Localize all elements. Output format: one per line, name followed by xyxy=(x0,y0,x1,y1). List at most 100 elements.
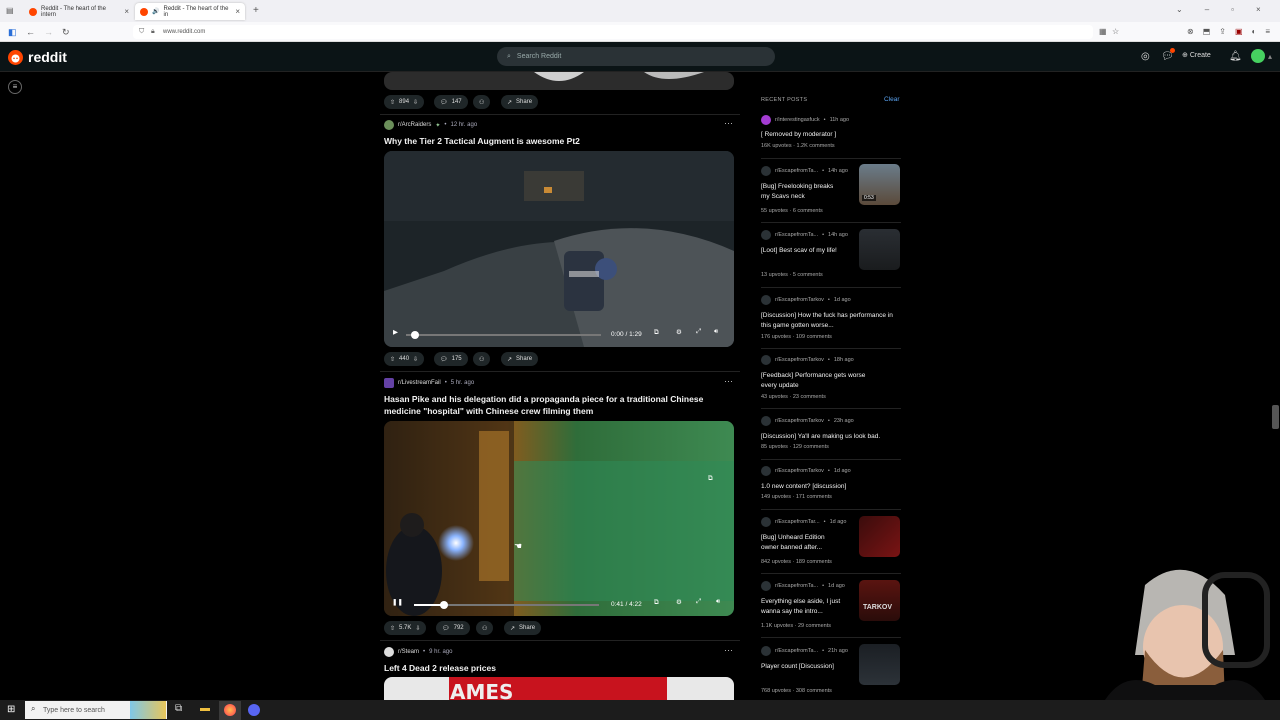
clear-recent-button[interactable]: Clear xyxy=(884,96,900,103)
recent-post-item[interactable]: r/EscapefromTarkov • 1d ago [Discussion] H… xyxy=(761,295,901,340)
vote-control[interactable]: ⇧ 894 ⇩ xyxy=(384,95,425,109)
share-button[interactable]: ↗ Share xyxy=(501,352,539,366)
post-thumbnail[interactable]: 0:53 xyxy=(859,164,900,205)
post-video[interactable]: ▶ 0:00 / 1:29 ⧉ ⚙ ⤢ 🔊︎ xyxy=(384,151,734,347)
page-scrollbar-thumb[interactable] xyxy=(1272,405,1279,429)
new-tab-button[interactable]: + xyxy=(253,5,259,16)
close-tab-icon[interactable]: × xyxy=(235,7,240,16)
firefox-taskbar-button[interactable] xyxy=(219,701,241,720)
reload-icon[interactable]: ↻ xyxy=(62,27,70,38)
share-button[interactable]: ↗ Share xyxy=(504,621,542,635)
app-menu-icon[interactable]: ≡ xyxy=(1265,27,1270,36)
recent-post-item[interactable]: r/EscapefromTarkov • 18h ago [Feedback] Pe… xyxy=(761,355,901,400)
post-media-partial[interactable] xyxy=(384,72,734,90)
comments-button[interactable]: 💬︎ 175 xyxy=(434,352,468,366)
task-view-icon[interactable]: ⧉ xyxy=(175,703,182,714)
discord-icon[interactable] xyxy=(248,704,260,716)
list-all-tabs-icon[interactable]: ⌄ xyxy=(1176,5,1183,14)
maximize-icon[interactable]: ▫ xyxy=(1231,5,1234,14)
award-button[interactable]: ⚇ xyxy=(473,95,491,109)
ublock-icon[interactable]: ▣ xyxy=(1235,27,1243,36)
downvote-icon[interactable]: ⇩ xyxy=(415,625,420,632)
award-button[interactable]: ⚇ xyxy=(476,621,494,635)
subreddit-name[interactable]: r/Steam xyxy=(398,649,419,655)
post-image[interactable]: AMES xyxy=(384,677,734,700)
post-thumbnail[interactable] xyxy=(859,229,900,270)
post-title[interactable]: Hasan Pike and his delegation did a prop… xyxy=(384,393,724,417)
captions-icon[interactable]: ⧉ xyxy=(654,329,659,337)
progress-knob[interactable] xyxy=(440,601,448,609)
url-bar[interactable]: www.reddit.com xyxy=(133,25,1093,39)
play-icon[interactable]: ▶ xyxy=(393,328,398,336)
browser-tab-2[interactable]: 🔊 Reddit - The heart of the in × xyxy=(135,3,245,20)
volume-icon[interactable]: 🔊︎ xyxy=(716,598,720,606)
comment-count: 6 comments xyxy=(792,208,823,214)
hamburger-menu-icon[interactable]: ≡ xyxy=(8,80,22,94)
post-thumbnail[interactable] xyxy=(859,516,900,557)
fullscreen-icon[interactable]: ⤢ xyxy=(696,598,701,606)
volume-icon[interactable]: 🔊︎ xyxy=(714,328,718,336)
recent-post-item[interactable]: r/EscapefromTarkov • 23h ago [Discussion] … xyxy=(761,416,901,450)
post-thumbnail[interactable] xyxy=(859,644,900,685)
advertise-icon[interactable]: ◎ xyxy=(1141,51,1150,62)
file-explorer-icon[interactable]: ▬ xyxy=(200,703,210,714)
close-window-icon[interactable]: × xyxy=(1256,5,1261,14)
audio-icon[interactable]: ◐ xyxy=(1252,27,1257,36)
post-thumbnail[interactable]: TARKOV xyxy=(859,580,900,621)
captions-icon[interactable]: ⧉ xyxy=(654,599,659,607)
close-tab-icon[interactable]: × xyxy=(124,7,129,16)
downvote-icon[interactable]: ⇩ xyxy=(413,99,418,106)
downvote-icon[interactable]: ⇩ xyxy=(413,356,418,363)
pause-icon[interactable]: ❚❚ xyxy=(392,598,403,606)
upvote-icon[interactable]: ⇧ xyxy=(390,625,395,632)
subreddit-name[interactable]: r/ArcRaiders xyxy=(398,122,431,128)
window-controls[interactable]: ⌄ – ▫ × xyxy=(1176,5,1261,14)
post-video[interactable]: ❚❚ 0:41 / 4:22 ⧉ ⚙ ⤢ 🔊︎ ⧉ xyxy=(384,421,734,616)
subreddit-name: r/EscapefromTa... xyxy=(775,648,819,654)
subreddit-name[interactable]: r/LivestreamFail xyxy=(398,380,441,386)
reader-view-icon[interactable]: ▦ xyxy=(1099,27,1107,36)
post-title[interactable]: Left 4 Dead 2 release prices xyxy=(384,662,724,674)
lock-icon[interactable]: 🔒︎ xyxy=(151,28,155,36)
reddit-logo[interactable]: reddit xyxy=(8,49,67,65)
create-button[interactable]: ⊕ Create xyxy=(1182,51,1211,59)
more-options-icon[interactable]: ··· xyxy=(724,645,733,655)
share-icon[interactable]: ⇪ xyxy=(1219,27,1226,36)
more-options-icon[interactable]: ··· xyxy=(724,376,733,386)
forward-icon[interactable]: → xyxy=(44,27,53,37)
bookmark-star-icon[interactable]: ☆ xyxy=(1112,27,1119,36)
pocket-icon[interactable]: ⬒ xyxy=(1203,27,1211,36)
post-time: 12 hr. ago xyxy=(450,122,478,128)
upvote-icon[interactable]: ⇧ xyxy=(390,99,395,106)
browser-tab-1[interactable]: Reddit - The heart of the intern × xyxy=(24,3,134,20)
pip-icon[interactable]: ⧉ xyxy=(708,475,713,483)
post-title[interactable]: Why the Tier 2 Tactical Augment is aweso… xyxy=(384,135,734,147)
settings-gear-icon[interactable]: ⚙ xyxy=(676,328,682,336)
progress-knob[interactable] xyxy=(411,331,419,339)
award-button[interactable]: ⚇ xyxy=(473,352,491,366)
more-options-icon[interactable]: ··· xyxy=(724,118,733,128)
notifications-bell-icon[interactable]: 🔔︎ xyxy=(1229,51,1242,62)
video-progress-bar[interactable] xyxy=(406,334,601,336)
speaker-icon[interactable]: 🔊 xyxy=(152,8,159,15)
fullscreen-icon[interactable]: ⤢ xyxy=(696,328,701,336)
comments-button[interactable]: 💬︎ 792 xyxy=(436,621,470,635)
share-button[interactable]: ↗ Share xyxy=(501,95,539,109)
shield-icon[interactable]: ⛉ xyxy=(139,28,144,36)
back-icon[interactable]: ← xyxy=(26,27,35,37)
recent-post-item[interactable]: r/EscapefromTarkov • 1d ago 1.0 new conten… xyxy=(761,466,901,500)
vote-control[interactable]: ⇧ 440 ⇩ xyxy=(384,352,425,366)
settings-gear-icon[interactable]: ⚙ xyxy=(676,598,682,606)
comments-button[interactable]: 💬︎ 147 xyxy=(434,95,468,109)
sidebar-toggle-icon[interactable]: ◧ xyxy=(8,27,17,38)
recent-post-item[interactable]: r/interestingasfuck • 11h ago [ Removed by… xyxy=(761,115,901,149)
search-input[interactable]: ⌕ Search Reddit xyxy=(497,47,775,66)
tab-list-icon[interactable]: ▤ xyxy=(6,6,14,15)
user-avatar[interactable] xyxy=(1251,49,1265,63)
extension-icon[interactable]: ⊗ xyxy=(1187,27,1194,36)
windows-start-icon[interactable]: ⊞ xyxy=(7,704,15,715)
minimize-icon[interactable]: – xyxy=(1205,5,1209,14)
scroll-up-icon[interactable]: ▴ xyxy=(1268,52,1272,61)
vote-control[interactable]: ⇧ 5.7K ⇩ xyxy=(384,621,427,635)
upvote-icon[interactable]: ⇧ xyxy=(390,356,395,363)
